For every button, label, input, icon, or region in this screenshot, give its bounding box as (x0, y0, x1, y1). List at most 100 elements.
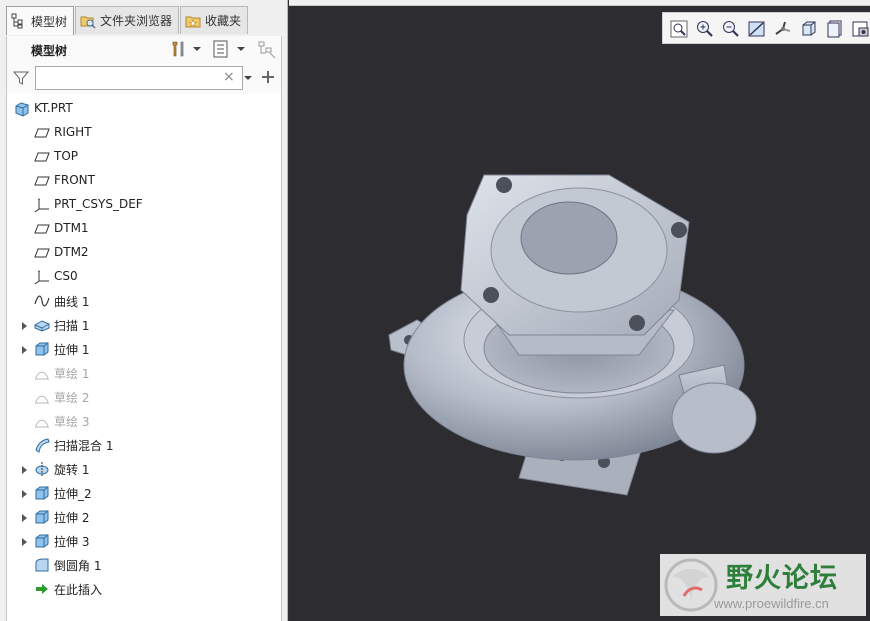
tree-item[interactable]: 草绘 1 (7, 361, 281, 385)
tree-item-label: KT.PRT (34, 101, 73, 115)
tree-item[interactable]: CS0 (7, 265, 281, 289)
swept-blend-icon (34, 437, 50, 453)
tree-item[interactable]: TOP (7, 145, 281, 169)
tree-item[interactable]: 扫描 1 (7, 313, 281, 337)
tree-item-label: 草绘 1 (54, 367, 90, 381)
window-top-bar (289, 0, 870, 6)
tree-item-label: 拉伸_2 (54, 487, 92, 501)
tree-item-label: DTM1 (54, 221, 89, 235)
tree-item[interactable]: 旋转 1 (7, 457, 281, 481)
tree-item[interactable]: RIGHT (7, 121, 281, 145)
tab-folder-browser[interactable]: 文件夹浏览器 (75, 6, 180, 34)
settings-tools-icon[interactable] (169, 39, 189, 59)
tree-item[interactable]: 曲线 1 (7, 289, 281, 313)
tree-item-label: 扫描 1 (54, 319, 90, 333)
revolve-icon (34, 461, 50, 477)
repaint-icon[interactable] (747, 19, 767, 39)
saved-views-icon[interactable] (825, 19, 845, 39)
filter-dropdown-icon[interactable] (243, 72, 253, 82)
tab-favorites[interactable]: 收藏夹 (180, 6, 249, 34)
zoom-in-icon[interactable] (695, 19, 715, 39)
tree-item[interactable]: 拉伸 3 (7, 529, 281, 553)
tree-item[interactable]: 在此插入 (7, 577, 281, 601)
spin-center-icon[interactable] (773, 19, 793, 39)
tree-item[interactable]: 倒圆角 1 (7, 553, 281, 577)
favorites-icon (185, 13, 201, 29)
tree-item-label: PRT_CSYS_DEF (54, 197, 143, 211)
part-icon (14, 101, 30, 117)
filter-row: × (6, 62, 282, 94)
expand-arrow-icon[interactable] (19, 536, 29, 546)
tree-item-label: 草绘 3 (54, 415, 90, 429)
watermark: 野火论坛 www.proewildfire.cn (660, 554, 866, 616)
panel-tabs: 模型树 文件夹浏览器 收藏夹 (6, 6, 282, 35)
refit-icon[interactable] (669, 19, 689, 39)
tree-item[interactable]: PRT_CSYS_DEF (7, 193, 281, 217)
tree-item[interactable]: 拉伸 2 (7, 505, 281, 529)
model-tree: KT.PRT RIGHT TOP FRONT PRT_CSYS_DEF DTM1 DTM2 C… (6, 94, 282, 621)
extrude-icon (34, 509, 50, 525)
tree-item[interactable]: 扫描混合 1 (7, 433, 281, 457)
show-list-icon[interactable] (211, 39, 231, 59)
tree-item-label: 拉伸 1 (54, 343, 90, 357)
tree-item[interactable]: 草绘 3 (7, 409, 281, 433)
datum-plane-icon (34, 149, 50, 165)
tree-item[interactable]: FRONT (7, 169, 281, 193)
tree-item[interactable]: DTM2 (7, 241, 281, 265)
forum-logo-icon (664, 558, 718, 612)
part-model-3d[interactable] (379, 160, 769, 510)
csys-icon (34, 197, 50, 213)
tree-item[interactable]: DTM1 (7, 217, 281, 241)
tree-item-label: 草绘 2 (54, 391, 90, 405)
display-style-icon[interactable] (799, 19, 819, 39)
tree-filter-input[interactable] (35, 66, 243, 90)
panel-title: 模型树 (31, 44, 68, 58)
expand-arrow-icon[interactable] (19, 512, 29, 522)
watermark-url: www.proewildfire.cn (714, 596, 829, 611)
sketch-icon (34, 365, 50, 381)
tab-label: 收藏夹 (205, 14, 242, 28)
tree-item-label: 倒圆角 1 (54, 559, 102, 573)
graphics-toolbar (662, 12, 870, 44)
expand-arrow-icon[interactable] (19, 344, 29, 354)
tree-item-label: TOP (54, 149, 79, 163)
datum-plane-icon (34, 173, 50, 189)
round-icon (34, 557, 50, 573)
show-dropdown-icon[interactable] (235, 39, 247, 59)
tree-item-label: 拉伸 2 (54, 511, 90, 525)
tree-item-label: CS0 (54, 269, 78, 283)
watermark-title: 野火论坛 (726, 563, 838, 594)
datum-plane-icon (34, 125, 50, 141)
add-filter-icon[interactable] (261, 70, 275, 84)
tree-item[interactable]: 草绘 2 (7, 385, 281, 409)
tab-model-tree[interactable]: 模型树 (6, 6, 75, 35)
datum-plane-icon (34, 221, 50, 237)
expand-arrow-icon[interactable] (19, 320, 29, 330)
curve-icon (34, 293, 50, 309)
graphics-window[interactable]: 野火论坛 www.proewildfire.cn (289, 0, 870, 621)
model-tree-panel: 模型树 文件夹浏览器 收藏夹 模型树 × KT.PRT RIGHT TOP FR… (0, 0, 288, 621)
tree-item-label: RIGHT (54, 125, 92, 139)
tree-item-label: 扫描混合 1 (54, 439, 114, 453)
clear-icon[interactable]: × (223, 70, 235, 84)
extrude-icon (34, 533, 50, 549)
tree-item[interactable]: 拉伸 1 (7, 337, 281, 361)
sweep-icon (34, 317, 50, 333)
expand-arrow-icon[interactable] (19, 488, 29, 498)
tree-item-label: DTM2 (54, 245, 89, 259)
tree-item[interactable]: 拉伸_2 (7, 481, 281, 505)
tree-root[interactable]: KT.PRT (7, 97, 281, 121)
tree-item-label: 旋转 1 (54, 463, 90, 477)
model-tree-icon (11, 13, 27, 29)
tree-item-label: 在此插入 (54, 583, 103, 597)
extrude-icon (34, 341, 50, 357)
filter-icon[interactable] (12, 70, 30, 86)
tab-label: 模型树 (31, 14, 68, 29)
sketch-icon (34, 413, 50, 429)
expand-arrow-icon[interactable] (19, 464, 29, 474)
zoom-out-icon[interactable] (721, 19, 741, 39)
tree-item-label: 曲线 1 (54, 295, 90, 309)
settings-dropdown-icon[interactable] (191, 39, 203, 59)
named-view-icon[interactable] (851, 19, 870, 39)
tree-columns-icon[interactable] (257, 39, 277, 59)
